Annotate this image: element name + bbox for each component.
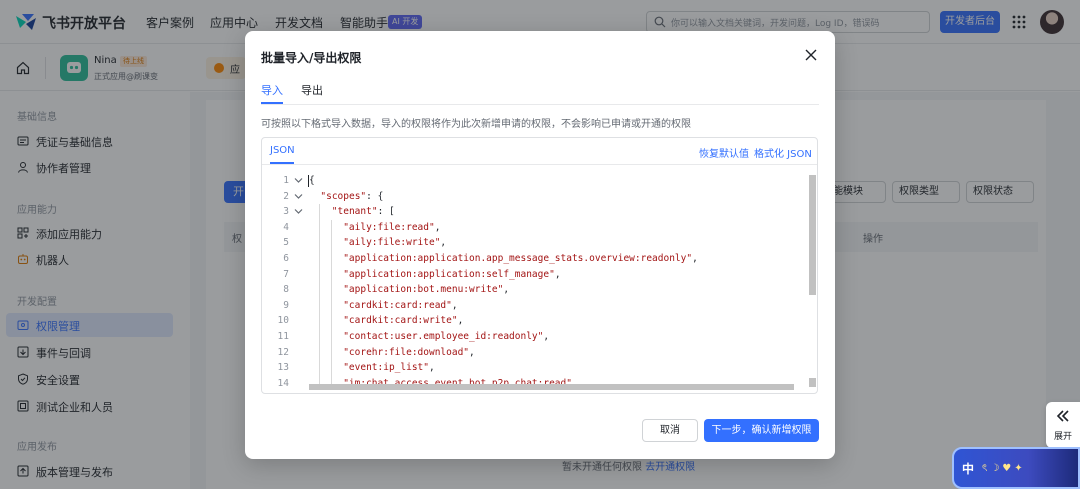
- json-string-value: "cardkit:card:read": [343, 299, 452, 311]
- code-line[interactable]: 7 "application:application:self_manage",: [262, 266, 807, 283]
- code-text: "application:bot.menu:write",: [309, 282, 509, 298]
- dialog-title: 批量导入/导出权限: [261, 51, 362, 65]
- json-key: "scopes": [320, 190, 367, 202]
- expand-panel-button[interactable]: 展开: [1046, 402, 1080, 448]
- json-string-value: "cardkit:card:write": [343, 315, 458, 327]
- json-punctuation: ,: [543, 330, 550, 342]
- code-text: "application:application.app_message_sta…: [309, 251, 698, 267]
- json-string-value: "application:application:self_manage": [343, 268, 555, 280]
- code-text: "aily:file:write",: [309, 235, 446, 251]
- dialog-description: 可按照以下格式导入数据，导入的权限将作为此次新增申请的权限，不会影响已申请或开通…: [261, 119, 691, 130]
- line-number: 6: [283, 252, 289, 264]
- format-json-button[interactable]: 格式化 JSON: [754, 145, 812, 160]
- code-text: "contact:user.employee_id:readonly",: [309, 329, 549, 345]
- double-chevron-left-icon: [1056, 410, 1069, 422]
- vertical-scrollbar-thumb[interactable]: [809, 175, 816, 295]
- code-line[interactable]: 11 "contact:user.employee_id:readonly",: [262, 328, 807, 345]
- json-editor[interactable]: JSON 恢复默认值 格式化 JSON 1{2 "scopes": {3 "tena…: [261, 137, 818, 394]
- code-line[interactable]: 13 "event:ip_list",: [262, 360, 807, 376]
- import-export-dialog: 批量导入/导出权限 导入 导出 可按照以下格式导入数据，导入的权限将作为此次新增…: [245, 31, 835, 459]
- line-number: 4: [283, 221, 289, 233]
- json-string-value: "corehr:file:download": [343, 346, 470, 358]
- json-string-value: "contact:user.employee_id:readonly": [343, 330, 544, 342]
- line-number: 8: [283, 284, 289, 296]
- json-punctuation: ,: [503, 284, 510, 296]
- fold-chevron-icon[interactable]: [294, 207, 303, 216]
- fold-chevron-icon[interactable]: [294, 192, 303, 201]
- line-number: 13: [277, 362, 289, 374]
- editor-header: JSON 恢复默认值 格式化 JSON: [262, 138, 817, 165]
- assistant-decoration-icon: ৎ☽♥✦: [982, 463, 1026, 474]
- code-text: {: [309, 173, 315, 189]
- line-number: 3: [283, 206, 289, 218]
- line-number: 11: [277, 330, 289, 342]
- json-punctuation: ,: [554, 268, 561, 280]
- json-key: "tenant": [331, 206, 378, 218]
- code-line[interactable]: 6 "application:application.app_message_st…: [262, 250, 807, 267]
- tab-import[interactable]: 导入: [261, 82, 283, 98]
- json-string-value: "application:bot.menu:write": [343, 284, 504, 296]
- code-text: "cardkit:card:read",: [309, 298, 458, 314]
- restore-default-button[interactable]: 恢复默认值: [699, 145, 749, 160]
- json-string-value: "aily:file:read": [343, 221, 435, 233]
- line-number: 7: [283, 268, 289, 280]
- line-number: 9: [283, 299, 289, 311]
- cancel-button[interactable]: 取消: [642, 419, 698, 442]
- line-number: 5: [283, 237, 289, 249]
- code-line[interactable]: 3 "tenant": [: [262, 204, 807, 220]
- fold-chevron-icon[interactable]: [294, 176, 303, 185]
- code-line[interactable]: 2 "scopes": {: [262, 189, 807, 205]
- assistant-label: 中: [962, 462, 975, 476]
- json-punctuation: ,: [428, 362, 435, 374]
- line-number: 2: [283, 190, 289, 202]
- code-text: "event:ip_list",: [309, 360, 435, 376]
- code-line[interactable]: 8 "application:bot.menu:write",: [262, 282, 807, 298]
- code-text: "tenant": [: [309, 204, 395, 220]
- expand-label: 展开: [1054, 432, 1073, 442]
- code-line[interactable]: 9 "cardkit:card:read",: [262, 297, 807, 314]
- json-punctuation: ,: [440, 237, 447, 249]
- json-string-value: "aily:file:write": [343, 237, 441, 249]
- code-line[interactable]: 5 "aily:file:write",: [262, 235, 807, 251]
- assistant-widget[interactable]: 中 ৎ☽♥✦: [952, 447, 1080, 489]
- dialog-tabs: 导入 导出: [261, 77, 819, 105]
- json-punctuation: ,: [457, 315, 464, 327]
- json-punctuation: ,: [469, 346, 475, 358]
- line-number: 12: [277, 346, 289, 358]
- code-line[interactable]: 12 "corehr:file:download",: [262, 344, 807, 361]
- code-area[interactable]: 1{2 "scopes": {3 "tenant": [4 "aily:file:re…: [262, 173, 807, 388]
- editor-tab-json[interactable]: JSON: [270, 145, 295, 156]
- line-number: 1: [283, 175, 289, 186]
- next-confirm-button[interactable]: 下一步，确认新增权限: [704, 419, 819, 442]
- code-text: "scopes": {: [309, 189, 383, 205]
- json-string-value: "application:application.app_message_sta…: [343, 252, 693, 264]
- json-string-value: "event:ip_list": [343, 362, 429, 374]
- json-punctuation: ,: [692, 252, 698, 264]
- line-number: 14: [277, 377, 289, 388]
- code-line[interactable]: 4 "aily:file:read",: [262, 219, 807, 236]
- scroll-down-arrow[interactable]: [809, 378, 816, 387]
- active-tab-indicator: [261, 102, 283, 104]
- code-text: "corehr:file:download",: [309, 345, 475, 361]
- code-line[interactable]: 1{: [262, 173, 807, 189]
- json-punctuation: {: [309, 175, 315, 186]
- tab-export[interactable]: 导出: [301, 82, 323, 98]
- json-punctuation: ,: [434, 221, 441, 233]
- code-text: "cardkit:card:write",: [309, 313, 463, 329]
- code-line[interactable]: 10 "cardkit:card:write",: [262, 313, 807, 329]
- json-punctuation: : [: [377, 206, 395, 218]
- editor-tab-indicator: [270, 162, 294, 164]
- code-text: "application:application:self_manage",: [309, 267, 561, 283]
- code-text: "aily:file:read",: [309, 220, 440, 236]
- json-punctuation: : {: [366, 190, 384, 202]
- json-punctuation: ,: [451, 299, 458, 311]
- close-icon[interactable]: [804, 48, 818, 62]
- horizontal-scrollbar[interactable]: [309, 384, 794, 390]
- line-number: 10: [277, 315, 289, 327]
